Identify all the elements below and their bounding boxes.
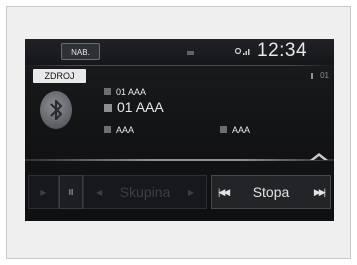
artist-row: AAA: [104, 125, 134, 135]
artist-name: AAA: [116, 125, 135, 135]
album-name: AAA: [232, 125, 251, 135]
music-note-icon: [104, 104, 112, 112]
title-row: 01 AAA: [104, 99, 164, 115]
group-label: Skupina: [119, 184, 171, 200]
nav-button[interactable]: NAB.: [61, 43, 100, 60]
folder-name: 01 AAA: [116, 87, 147, 97]
bluetooth-icon: [40, 91, 72, 129]
track-control[interactable]: |◀◀ Stopa ▶▶|: [211, 175, 331, 209]
track-number: 01: [311, 71, 329, 80]
audio-screen: NAB. 12:34 ZDROJ 01 01 AAA 01 AAA AAA AA…: [25, 39, 334, 221]
clock: 12:34: [257, 40, 308, 61]
album-icon: [220, 126, 227, 133]
status-indicator-icon: [187, 51, 194, 55]
group-prev-icon[interactable]: ◀: [96, 188, 102, 197]
folder-icon: [104, 88, 111, 95]
artist-icon: [104, 126, 111, 133]
group-control[interactable]: ◀ Skupina ▶: [83, 175, 207, 209]
track-label: Stopa: [252, 184, 290, 200]
status-bar: NAB. 12:34: [25, 39, 334, 65]
group-next-icon[interactable]: ▶: [188, 188, 194, 197]
expand-up-icon[interactable]: [310, 153, 328, 160]
track-number-value: 01: [320, 71, 329, 80]
album-row: AAA: [220, 125, 250, 135]
source-button[interactable]: ZDROJ: [33, 69, 86, 83]
pause-button[interactable]: II: [59, 175, 83, 209]
pause-icon: II: [68, 187, 74, 197]
folder-row: 01 AAA: [104, 87, 146, 97]
track-number-icon: [311, 73, 318, 79]
skip-forward-icon[interactable]: ▶▶|: [314, 187, 326, 198]
skip-back-icon[interactable]: |◀◀: [218, 187, 230, 198]
track-title: 01 AAA: [117, 99, 164, 115]
progress-line: [25, 159, 334, 161]
play-icon: ▶: [40, 187, 47, 197]
control-bar: ▶ II ◀ Skupina ▶ |◀◀ Stopa ▶▶|: [25, 175, 334, 209]
play-button[interactable]: ▶: [28, 175, 59, 209]
divider: [25, 65, 334, 66]
signal-icon: [235, 47, 250, 55]
